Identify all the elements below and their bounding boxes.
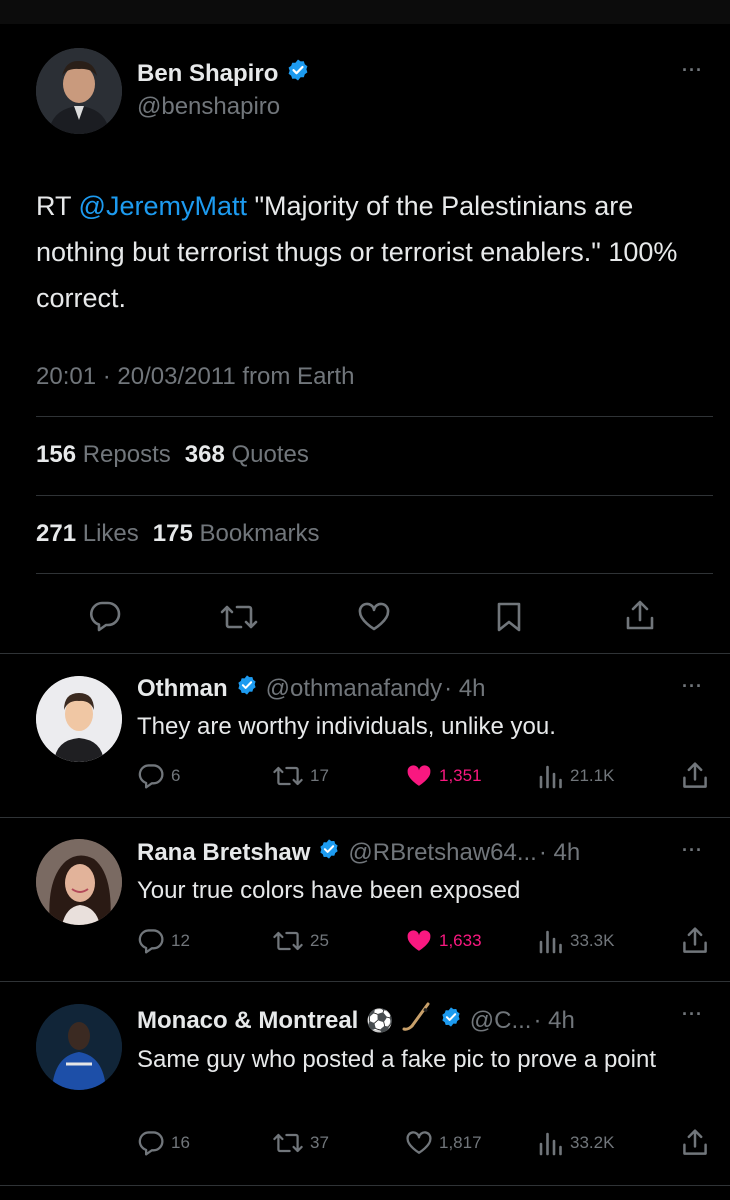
reply-avatar[interactable] [36,839,122,925]
repost-count-button[interactable]: 17 [272,763,329,789]
divider [0,981,730,982]
like-icon[interactable] [357,601,391,638]
author-handle[interactable]: @benshapiro [137,93,280,121]
divider [0,1185,730,1186]
repost-icon [273,766,303,786]
author-avatar[interactable] [36,48,122,134]
reply-icon [138,929,164,954]
reply-icon [138,764,164,789]
more-icon[interactable]: ··· [682,1004,703,1025]
tweet-text: RT @JeremyMatt "Majority of the Palestin… [36,183,706,321]
like-icon [407,765,431,786]
reply-count-button[interactable]: 16 [137,1130,190,1156]
repost-count-button[interactable]: 37 [272,1130,329,1156]
views-icon [539,765,562,789]
reply-author-name[interactable]: Rana Bretshaw [137,839,310,867]
bookmark-icon[interactable] [494,601,524,638]
reply-handle[interactable]: @C... [470,1007,532,1035]
share-icon[interactable] [680,925,710,962]
views-icon [539,930,562,954]
repost-count-button[interactable]: 25 [272,928,329,954]
reply-count-button[interactable]: 6 [137,763,180,789]
reply-time[interactable]: · 4h [539,839,580,867]
engagement-row-2: 271 Likes 175 Bookmarks [36,520,320,548]
like-icon [407,930,431,951]
reply-handle[interactable]: @othmanafandy [266,675,442,703]
like-count-button[interactable]: 1,351 [405,763,482,789]
like-count-button[interactable]: 1,633 [405,928,482,954]
reposts-stat[interactable]: 156 Reposts [36,441,171,469]
reply-text: Same guy who posted a fake pic to prove … [137,1046,656,1073]
verified-icon [318,838,340,867]
more-icon[interactable]: ··· [682,840,703,861]
divider [36,495,713,496]
repost-icon[interactable] [219,601,259,638]
reply-avatar[interactable] [36,676,122,762]
divider [0,653,730,654]
reply-handle[interactable]: @RBretshaw64... [348,839,536,867]
reply-avatar[interactable] [36,1004,122,1090]
verified-icon [440,1006,462,1035]
reply-icon[interactable] [88,600,122,637]
like-count-button[interactable]: 1,817 [405,1130,482,1156]
share-icon[interactable] [680,760,710,797]
divider [0,817,730,818]
reply-count-button[interactable]: 12 [137,928,190,954]
reply-author-name[interactable]: Othman [137,675,228,703]
views-count-button[interactable]: 21.1K [538,763,614,789]
author-name[interactable]: Ben Shapiro [137,60,278,88]
hockey-stick-icon [402,1002,432,1039]
likes-stat[interactable]: 271 Likes [36,520,139,548]
reply-time[interactable]: · 4h [444,675,485,703]
status-bar-strip [0,0,730,24]
bookmarks-stat[interactable]: 175 Bookmarks [153,520,320,548]
soccer-ball-emoji: ⚽ [366,1007,394,1033]
reply-time[interactable]: · 4h [533,1007,574,1035]
reply-text: They are worthy individuals, unlike you. [137,713,556,740]
share-icon[interactable] [680,1127,710,1164]
views-count-button[interactable]: 33.2K [538,1130,614,1156]
views-count-button[interactable]: 33.3K [538,928,614,954]
like-icon [406,1131,432,1154]
repost-icon [273,1133,303,1153]
mention-link[interactable]: @JeremyMatt [79,191,247,221]
more-icon[interactable]: ··· [682,60,703,81]
quotes-stat[interactable]: 368 Quotes [185,441,309,469]
reply-text: Your true colors have been exposed [137,877,521,904]
more-icon[interactable]: ··· [682,676,703,697]
tweet-timestamp[interactable]: 20:01 · 20/03/2011 from Earth [36,363,354,391]
verified-icon [286,58,310,89]
engagement-row-1: 156 Reposts 368 Quotes [36,441,309,469]
divider [36,573,713,574]
repost-icon [273,931,303,951]
share-icon[interactable] [623,598,657,639]
views-icon [539,1132,562,1156]
verified-icon [236,674,258,703]
reply-author-name[interactable]: Monaco & Montreal [137,1007,358,1035]
reply-icon [138,1131,164,1156]
divider [36,416,713,417]
tweet-text-prefix: RT [36,191,79,221]
